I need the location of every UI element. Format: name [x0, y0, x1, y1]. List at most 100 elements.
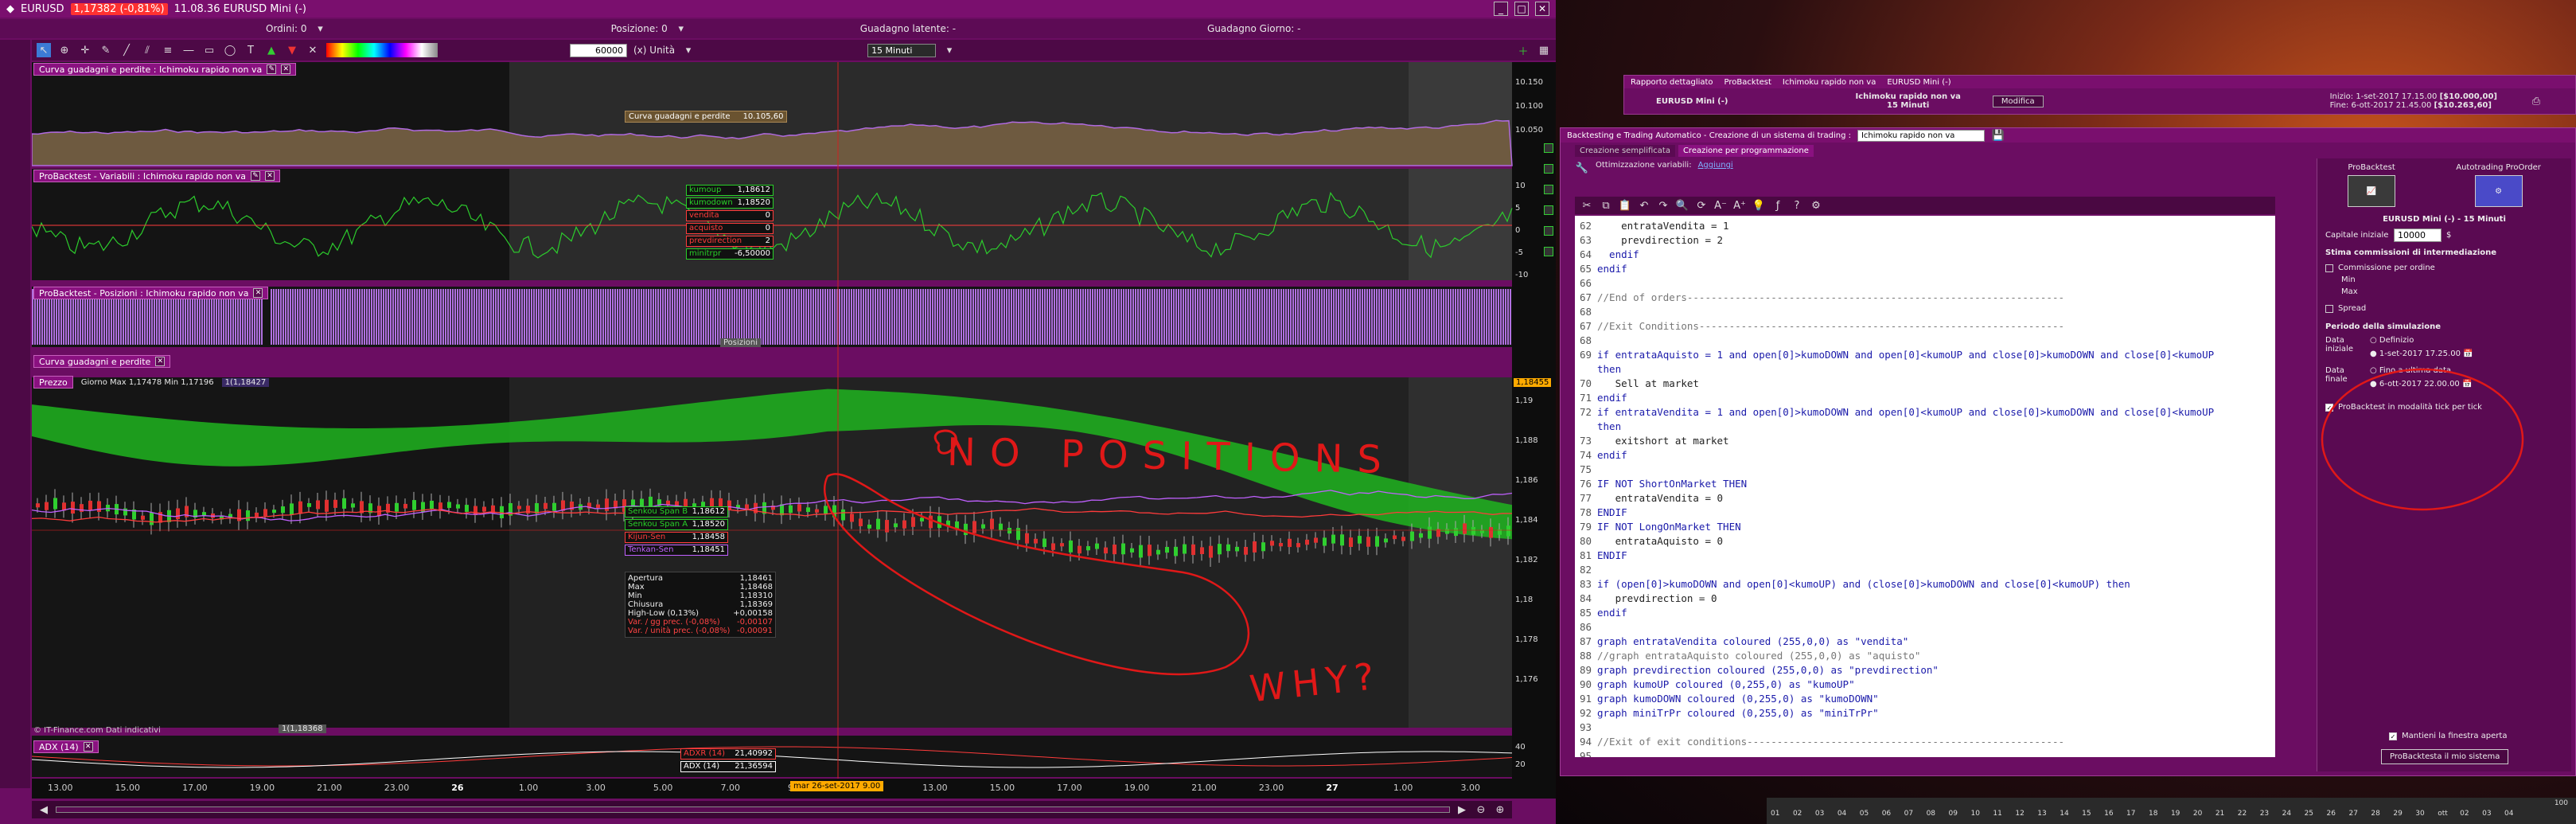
print-icon[interactable]: ⎙	[2529, 94, 2543, 108]
system-name-input[interactable]: Ichimoku rapido non va	[1857, 129, 1985, 142]
scroll-left-icon[interactable]: ◀	[37, 803, 51, 817]
position-bar	[980, 289, 981, 345]
minimize-button[interactable]: _	[1494, 2, 1508, 16]
zoom-tool-icon[interactable]: ⊕	[57, 43, 72, 57]
position-bar	[476, 289, 477, 345]
replace-icon[interactable]: ⟳	[1694, 198, 1709, 213]
maximize-button[interactable]: □	[1514, 2, 1529, 16]
legend-name: ADXR (14)	[684, 749, 726, 758]
keep-open-checkbox[interactable]: ✓	[2389, 732, 2397, 740]
tab-code[interactable]: Creazione per programmazione	[1678, 145, 1814, 157]
panel-close-icon[interactable]: ✕	[265, 171, 275, 181]
units-dropdown-icon[interactable]: ▾	[681, 43, 696, 57]
capital-input[interactable]: 10000	[2394, 228, 2442, 242]
position-bar	[1257, 289, 1258, 345]
pencil-tool-icon[interactable]: ✎	[99, 43, 113, 57]
tips-icon[interactable]: 💡	[1752, 198, 1766, 213]
save-icon[interactable]: 💾	[1991, 128, 2005, 143]
delete-tool-icon[interactable]: ✕	[306, 43, 320, 57]
help-icon[interactable]: ?	[1790, 198, 1804, 213]
panel-toggle-icon[interactable]	[1544, 164, 1553, 174]
start-date-value[interactable]: 1-set-2017 17.25.00	[2379, 350, 2461, 358]
scroll-right-icon[interactable]: ▶	[1455, 803, 1469, 817]
code-editor[interactable]: 62 entrataVendita = 1 63 prevdirection = …	[1575, 216, 2275, 757]
spread-checkbox[interactable]	[2325, 304, 2333, 313]
timeframe-select[interactable]: 15 Minuti	[867, 43, 937, 57]
fibonacci-tool-icon[interactable]: ≡	[161, 43, 175, 57]
panel-close-icon[interactable]: ✕	[155, 357, 166, 366]
panel-toggle-icon[interactable]	[1544, 247, 1553, 256]
code-line: 76 IF NOT ShortOnMarket THEN	[1580, 478, 1748, 490]
arrow-up-tool-icon[interactable]: ▲	[264, 43, 279, 57]
position-bar	[1424, 289, 1425, 345]
font-bigger-icon[interactable]: A⁺	[1732, 198, 1747, 213]
undo-icon[interactable]: ↶	[1637, 198, 1651, 213]
hline-tool-icon[interactable]: ―	[181, 43, 196, 57]
calendar-icon[interactable]: 📅	[2463, 350, 2473, 358]
settings-icon[interactable]: ⚙	[1809, 198, 1823, 213]
chart-scrollbar[interactable]: ◀ ▶ ⊖ ⊕	[32, 801, 1512, 818]
position-bar	[1035, 289, 1036, 345]
position-bar	[579, 289, 580, 345]
run-backtest-button[interactable]: ProBacktesta il mio sistema	[2381, 749, 2509, 764]
candle	[1366, 537, 1370, 547]
panel-toggle-icon[interactable]	[1544, 205, 1553, 215]
report-tab-strategy[interactable]: Ichimoku rapido non va	[1783, 78, 1876, 87]
redo-icon[interactable]: ↷	[1656, 198, 1670, 213]
paste-icon[interactable]: 📋	[1618, 198, 1632, 213]
position-bar	[1163, 289, 1165, 345]
layout-icon[interactable]: ▦	[1537, 43, 1551, 57]
probacktest-mode[interactable]: ProBacktest 📈	[2348, 163, 2396, 207]
panel-settings-icon[interactable]: ✎	[267, 64, 277, 74]
search-icon[interactable]: 🔍	[1675, 198, 1689, 213]
add-variable-link[interactable]: Aggiungi	[1698, 161, 1733, 175]
candle	[1393, 535, 1397, 540]
panel-close-icon[interactable]: ✕	[83, 742, 93, 752]
units-input[interactable]: 60000	[570, 43, 627, 57]
timeframe-dropdown-icon[interactable]: ▾	[942, 43, 957, 57]
text-tool-icon[interactable]: T	[244, 43, 258, 57]
position-bar	[999, 289, 1000, 345]
close-button[interactable]: ✕	[1535, 2, 1549, 16]
position-bar	[1228, 289, 1230, 345]
panel-toggle-icon[interactable]	[1544, 185, 1553, 194]
copy-icon[interactable]: ⧉	[1599, 198, 1613, 213]
ellipse-tool-icon[interactable]: ◯	[223, 43, 237, 57]
arrow-down-tool-icon[interactable]: ▼	[285, 43, 299, 57]
commission-checkbox[interactable]	[2325, 264, 2333, 272]
add-indicator-icon[interactable]: ＋	[1516, 43, 1530, 58]
function-icon[interactable]: ƒ	[1771, 198, 1785, 213]
position-dropdown-icon[interactable]: ▾	[674, 21, 688, 36]
position-bar	[421, 289, 423, 345]
position-bar	[707, 289, 709, 345]
position-bar	[483, 289, 485, 345]
report-tab-probacktest[interactable]: ProBacktest	[1724, 78, 1771, 87]
panel-toggle-icon[interactable]	[1544, 143, 1553, 153]
cut-icon[interactable]: ✂	[1580, 198, 1594, 213]
rectangle-tool-icon[interactable]: ▭	[202, 43, 216, 57]
panel-close-icon[interactable]: ✕	[253, 288, 263, 298]
crosshair-tool-icon[interactable]: ✛	[78, 43, 92, 57]
panel-toggle-icon[interactable]	[1544, 226, 1553, 236]
trendline-tool-icon[interactable]: ╱	[119, 43, 134, 57]
pointer-tool-icon[interactable]: ↖	[37, 43, 51, 57]
font-smaller-icon[interactable]: A⁻	[1713, 198, 1728, 213]
position-bar	[321, 289, 322, 345]
orders-dropdown-icon[interactable]: ▾	[314, 21, 328, 36]
autotrading-mode[interactable]: Autotrading ProOrder ⚙	[2456, 163, 2541, 207]
position-bar	[1223, 289, 1225, 345]
position-bar	[368, 289, 370, 345]
tab-simple[interactable]: Creazione semplificata	[1575, 145, 1675, 157]
panel-settings-icon[interactable]: ✎	[251, 171, 261, 181]
modify-button[interactable]: Modifica	[1992, 95, 2044, 107]
position-bar	[555, 289, 556, 345]
report-tab-instrument[interactable]: EURUSD Mini (-)	[1887, 78, 1951, 87]
zoom-out-icon[interactable]: ⊖	[1474, 803, 1488, 817]
channel-tool-icon[interactable]: ⫽	[140, 43, 154, 57]
color-palette-icon[interactable]	[326, 43, 438, 57]
window-menu-icon[interactable]: ◆	[6, 3, 14, 15]
y-tick: 20	[1515, 760, 1526, 769]
position-bar	[1493, 289, 1495, 345]
panel-close-icon[interactable]: ✕	[281, 64, 291, 74]
zoom-in-icon[interactable]: ⊕	[1493, 803, 1507, 817]
